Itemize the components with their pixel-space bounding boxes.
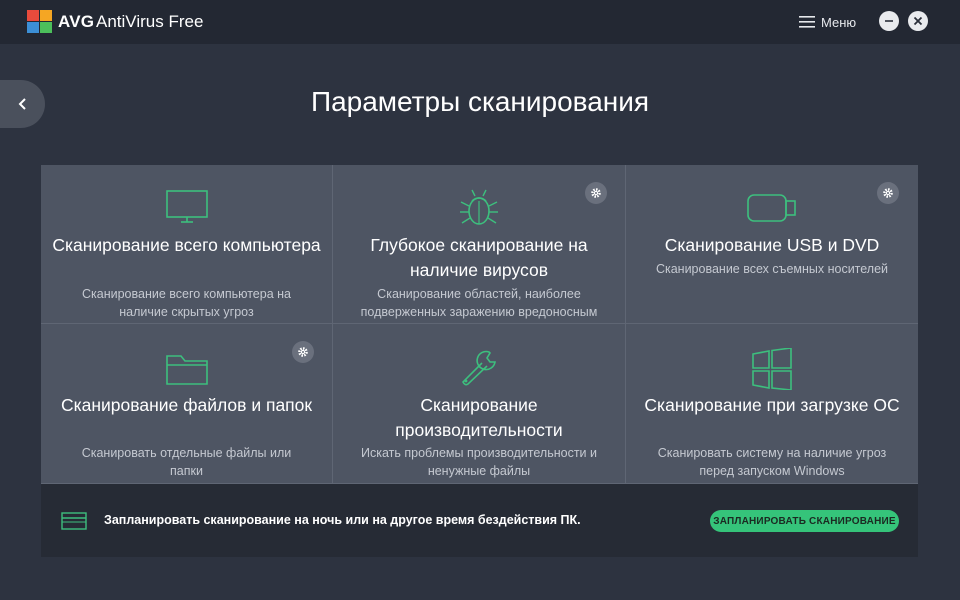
tile-description: Сканирование всех съемных носителей xyxy=(655,262,889,276)
menu-button[interactable]: Меню xyxy=(799,12,856,32)
menu-label: Меню xyxy=(821,14,857,30)
tile-title: Сканирование производительности xyxy=(395,395,563,440)
folder-icon xyxy=(165,355,208,385)
tile-title: Глубокое сканирование на наличие вирусов xyxy=(370,235,588,280)
gear-icon xyxy=(591,188,601,198)
brand-name: AVG xyxy=(58,12,95,31)
wrench-icon xyxy=(462,350,496,386)
schedule-card-icon xyxy=(61,512,87,530)
usb-drive-icon xyxy=(747,194,796,222)
schedule-text: Запланировать сканирование на ночь или н… xyxy=(104,513,581,527)
tile-files-folders-scan[interactable]: Сканирование файлов и папок Сканировать … xyxy=(41,324,333,484)
monitor-icon xyxy=(165,190,208,223)
tile-usb-dvd-scan[interactable]: Сканирование USB и DVD Сканирование всех… xyxy=(626,165,918,324)
tile-performance-scan[interactable]: Сканирование производительности Искать п… xyxy=(333,324,626,484)
close-button[interactable] xyxy=(908,11,928,31)
tile-title: Сканирование USB и DVD xyxy=(664,235,880,255)
product-name: AntiVirus Free xyxy=(96,12,204,31)
scan-options-grid: Сканирование всего компьютера Сканирован… xyxy=(41,165,918,484)
minimize-icon xyxy=(885,20,893,22)
minimize-button[interactable] xyxy=(879,11,899,31)
tile-deep-scan[interactable]: Глубокое сканирование на наличие вирусов… xyxy=(333,165,626,324)
page-title: Параметры сканирования xyxy=(310,86,650,117)
windows-icon xyxy=(752,348,792,390)
avg-logo-icon xyxy=(27,10,52,33)
tile-description: Сканирование областей, наиболее подверже… xyxy=(360,287,598,319)
tile-description: Сканировать систему на наличие угроз пер… xyxy=(657,446,887,478)
tile-full-scan[interactable]: Сканирование всего компьютера Сканирован… xyxy=(41,165,333,324)
gear-icon xyxy=(298,347,308,357)
gear-icon xyxy=(883,188,893,198)
tile-title: Сканирование при загрузке ОС xyxy=(644,395,900,415)
schedule-bar: Запланировать сканирование на ночь или н… xyxy=(41,484,918,557)
tile-title: Сканирование файлов и папок xyxy=(60,395,313,415)
hamburger-icon xyxy=(799,16,815,28)
tile-description: Искать проблемы производительности и нен… xyxy=(361,446,597,478)
schedule-scan-button[interactable]: ЗАПЛАНИРОВАТЬ СКАНИРОВАНИЕ xyxy=(710,510,899,532)
deep-scan-settings-button[interactable] xyxy=(585,182,607,204)
tile-title: Сканирование всего компьютера xyxy=(52,235,321,255)
usb-scan-settings-button[interactable] xyxy=(877,182,899,204)
bug-icon xyxy=(460,189,498,225)
close-icon xyxy=(913,16,923,26)
tile-description: Сканировать отдельные файлы или папки xyxy=(81,446,292,478)
tile-description: Сканирование всего компьютера на наличие… xyxy=(82,287,291,319)
title-bar: AVG AntiVirus Free Меню xyxy=(0,0,960,44)
tile-boot-scan[interactable]: Сканирование при загрузке ОС Сканировать… xyxy=(626,324,918,484)
files-scan-settings-button[interactable] xyxy=(292,341,314,363)
